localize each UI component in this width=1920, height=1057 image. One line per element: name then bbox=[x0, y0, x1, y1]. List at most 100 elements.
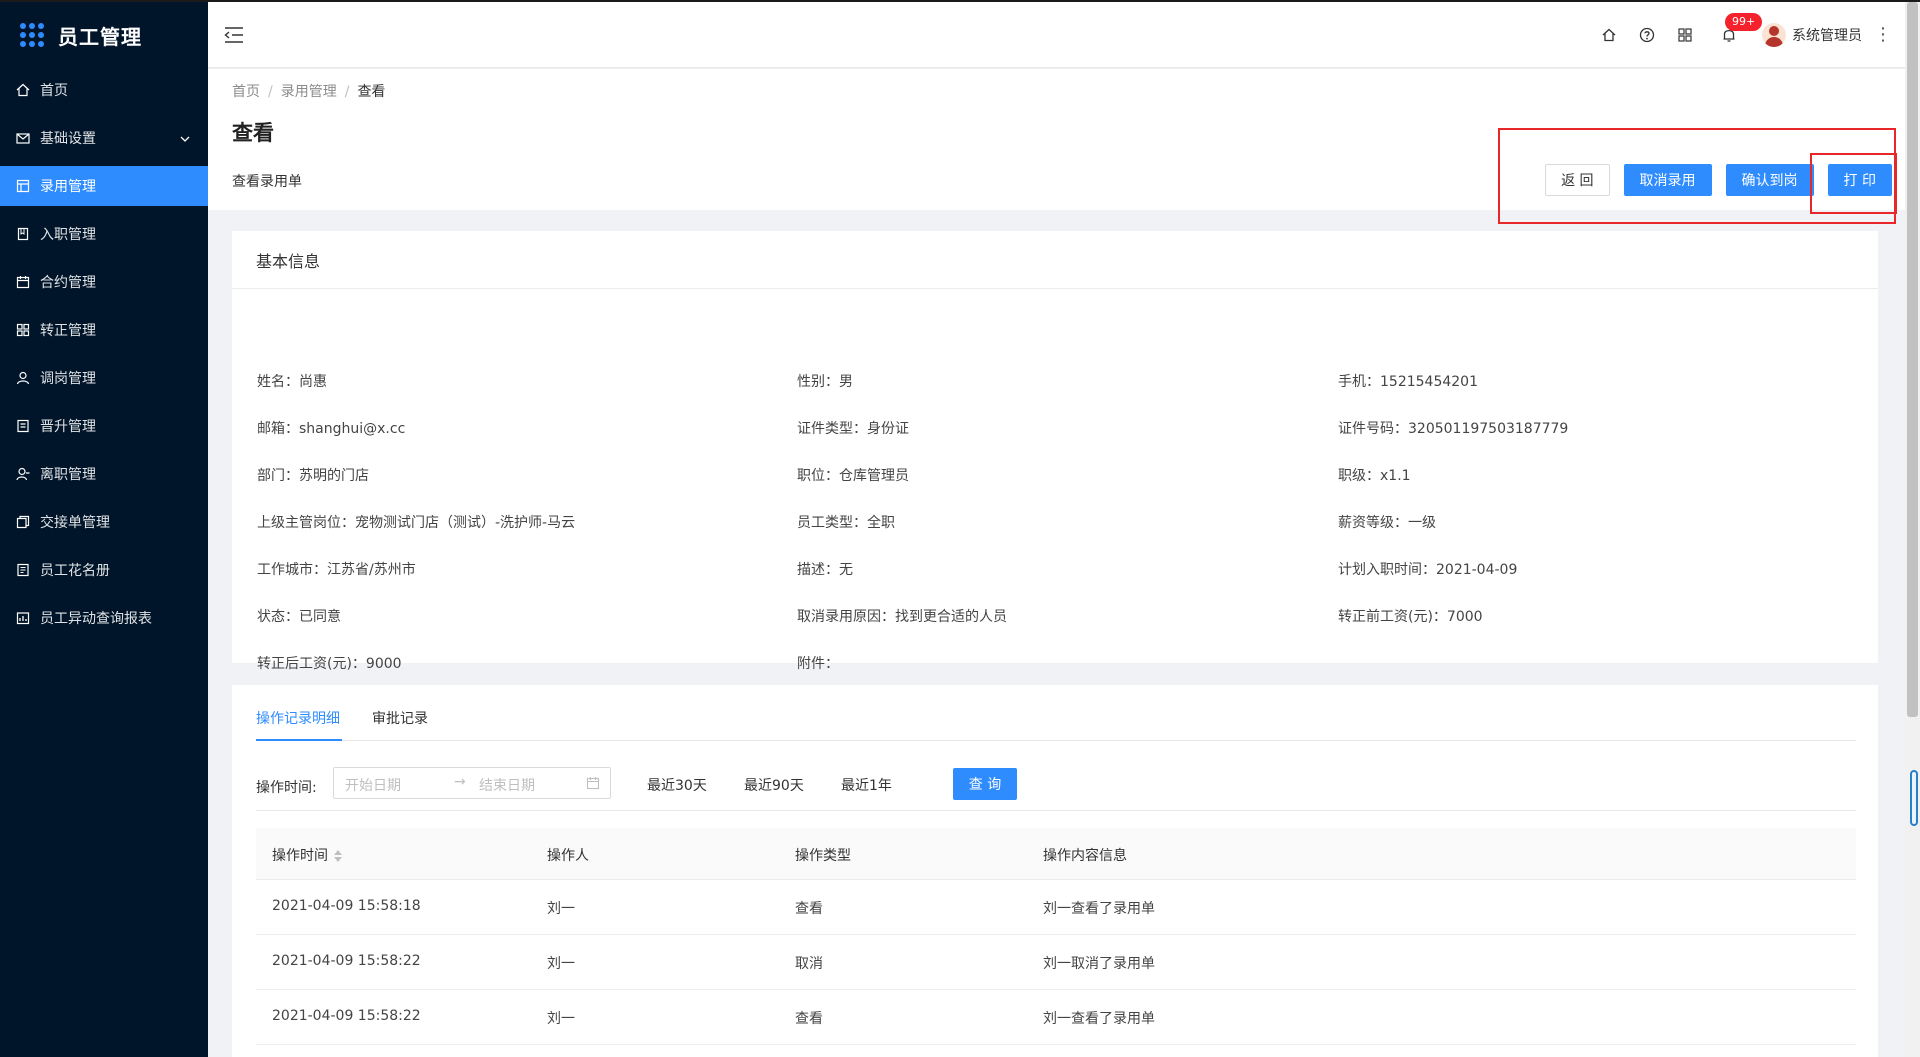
field-position: 职位：仓库管理员 bbox=[797, 468, 909, 484]
apps-icon[interactable] bbox=[1676, 26, 1694, 44]
field-rank: 职级：x1.1 bbox=[1338, 468, 1411, 484]
card-title: 基本信息 bbox=[232, 231, 1878, 289]
page-subtitle: 查看录用单 bbox=[232, 174, 302, 190]
chevron-down-icon bbox=[180, 132, 190, 148]
query-button[interactable]: 查 询 bbox=[953, 768, 1017, 800]
menu-fold-icon[interactable] bbox=[224, 26, 244, 44]
book-icon bbox=[16, 227, 30, 241]
sidebar-item-contracts[interactable]: 合约管理 bbox=[0, 262, 208, 302]
field-supervisor-post: 上级主管岗位：宠物测试门店（测试）-洗护师-马云 bbox=[257, 515, 576, 531]
sidebar-item-promotion[interactable]: 晋升管理 bbox=[0, 406, 208, 446]
field-department: 部门：苏明的门店 bbox=[257, 468, 369, 484]
tab-approval-log[interactable]: 审批记录 bbox=[372, 708, 428, 728]
table-row: 2021-04-09 15:58:22 刘一 查看 刘一查看了录用单 bbox=[256, 990, 1856, 1045]
header-toolbar: 99+ 系统管理员 ⋮ bbox=[1580, 13, 1892, 50]
field-description: 描述：无 bbox=[797, 562, 853, 578]
sidebar-item-label: 离职管理 bbox=[40, 467, 96, 483]
grid-icon bbox=[16, 323, 30, 337]
scrollbar-thumb[interactable] bbox=[1907, 2, 1918, 717]
sidebar-item-onboarding[interactable]: 入职管理 bbox=[0, 214, 208, 254]
field-status: 状态：已同意 bbox=[257, 609, 341, 625]
app-logo[interactable]: 员工管理 bbox=[0, 0, 208, 70]
basic-info-card: 基本信息 姓名：尚惠 性别：男 手机：15215454201 邮箱：shangh… bbox=[232, 231, 1878, 672]
sidebar-item-change-report[interactable]: 员工异动查询报表 bbox=[0, 598, 208, 638]
page-title: 查看 bbox=[232, 121, 274, 145]
field-planned-date: 计划入职时间：2021-04-09 bbox=[1338, 562, 1518, 578]
calendar-icon bbox=[586, 776, 600, 790]
field-id-type: 证件类型：身份证 bbox=[797, 421, 909, 437]
field-attachment: 附件： bbox=[797, 656, 839, 672]
sidebar-item-regularization[interactable]: 转正管理 bbox=[0, 310, 208, 350]
cell-content: 刘一取消了录用单 bbox=[1043, 956, 1155, 972]
cell-type: 取消 bbox=[795, 956, 823, 972]
records-tabs: 操作记录明细 审批记录 bbox=[256, 685, 1856, 741]
breadcrumb: 首页 / 录用管理 / 查看 bbox=[232, 84, 386, 100]
table-icon bbox=[16, 179, 30, 193]
field-id-number: 证件号码：320501197503187779 bbox=[1338, 421, 1569, 437]
column-header-type: 操作类型 bbox=[795, 848, 851, 864]
cell-operator: 刘一 bbox=[547, 901, 575, 917]
sidebar-item-label: 交接单管理 bbox=[40, 515, 110, 531]
sidebar-item-label: 首页 bbox=[40, 83, 68, 99]
sidebar-item-hiring[interactable]: 录用管理 bbox=[0, 166, 208, 206]
sidebar-item-label: 员工花名册 bbox=[40, 563, 110, 579]
sidebar-item-handover[interactable]: 交接单管理 bbox=[0, 502, 208, 542]
top-header: 99+ 系统管理员 ⋮ bbox=[208, 0, 1920, 68]
field-email: 邮箱：shanghui@x.cc bbox=[257, 421, 406, 437]
field-employee-type: 员工类型：全职 bbox=[797, 515, 895, 531]
column-header-operator: 操作人 bbox=[547, 848, 589, 864]
table-row: 2021-04-09 15:58:18 刘一 查看 刘一查看了录用单 bbox=[256, 880, 1856, 935]
column-header-content: 操作内容信息 bbox=[1043, 848, 1127, 864]
username[interactable]: 系统管理员 bbox=[1792, 25, 1862, 45]
column-header-time[interactable]: 操作时间 bbox=[272, 845, 342, 865]
highlight-box-print bbox=[1810, 153, 1897, 214]
user-leave-icon bbox=[16, 467, 30, 481]
sidebar: 员工管理 首页 基础设置 录用管理 入职管理 合约管理 转正管理 调岗管理 晋升… bbox=[0, 0, 208, 1057]
sidebar-item-label: 入职管理 bbox=[40, 227, 96, 243]
cell-time: 2021-04-09 15:58:22 bbox=[272, 953, 421, 969]
arrow-right-icon: → bbox=[454, 774, 466, 790]
filter-label: 操作时间: bbox=[256, 780, 317, 796]
sidebar-item-label: 基础设置 bbox=[40, 131, 96, 147]
cell-operator: 刘一 bbox=[547, 1011, 575, 1027]
quick-last-30-days[interactable]: 最近30天 bbox=[647, 775, 707, 795]
cell-time: 2021-04-09 15:58:18 bbox=[272, 898, 421, 914]
bell-icon[interactable]: 99+ bbox=[1720, 13, 1763, 44]
sidebar-item-home[interactable]: 首页 bbox=[0, 70, 208, 110]
field-salary-after: 转正后工资(元)：9000 bbox=[257, 656, 402, 672]
more-vertical-icon[interactable]: ⋮ bbox=[1874, 26, 1892, 44]
cell-content: 刘一查看了录用单 bbox=[1043, 1011, 1155, 1027]
sidebar-item-transfer[interactable]: 调岗管理 bbox=[0, 358, 208, 398]
mail-icon bbox=[16, 131, 30, 145]
home-icon bbox=[16, 83, 30, 97]
help-icon[interactable] bbox=[1638, 26, 1656, 44]
filter-bar: 操作时间: 开始日期 → 结束日期 最近30天 最近90天 最近1年 查 询 bbox=[256, 767, 1856, 811]
sidebar-item-label: 转正管理 bbox=[40, 323, 96, 339]
end-date-input[interactable]: 结束日期 bbox=[479, 775, 535, 795]
cell-operator: 刘一 bbox=[547, 956, 575, 972]
start-date-input[interactable]: 开始日期 bbox=[345, 775, 401, 795]
quick-last-1-year[interactable]: 最近1年 bbox=[841, 775, 892, 795]
sort-icon[interactable] bbox=[334, 850, 342, 862]
breadcrumb-home[interactable]: 首页 bbox=[232, 84, 260, 100]
file-icon bbox=[16, 419, 30, 433]
quick-last-90-days[interactable]: 最近90天 bbox=[744, 775, 804, 795]
table-header: 操作时间 操作人 操作类型 操作内容信息 bbox=[256, 828, 1856, 880]
date-range-picker[interactable]: 开始日期 → 结束日期 bbox=[333, 767, 611, 799]
sidebar-item-resignation[interactable]: 离职管理 bbox=[0, 454, 208, 494]
breadcrumb-hiring[interactable]: 录用管理 bbox=[281, 84, 337, 100]
calendar-icon bbox=[16, 275, 30, 289]
sidebar-item-roster[interactable]: 员工花名册 bbox=[0, 550, 208, 590]
home-icon[interactable] bbox=[1600, 26, 1618, 44]
sidebar-item-label: 晋升管理 bbox=[40, 419, 96, 435]
vertical-scrollbar[interactable] bbox=[1905, 0, 1920, 1057]
tab-operation-log[interactable]: 操作记录明细 bbox=[256, 708, 340, 728]
cell-type: 查看 bbox=[795, 901, 823, 917]
field-name: 姓名：尚惠 bbox=[257, 374, 327, 390]
avatar[interactable] bbox=[1762, 23, 1786, 47]
app-title: 员工管理 bbox=[58, 24, 142, 49]
copy-icon bbox=[16, 515, 30, 529]
sidebar-item-basic-settings[interactable]: 基础设置 bbox=[0, 118, 208, 158]
table-row: 2021-04-09 15:58:22 刘一 取消 刘一取消了录用单 bbox=[256, 935, 1856, 990]
window-top-border bbox=[0, 0, 1920, 2]
